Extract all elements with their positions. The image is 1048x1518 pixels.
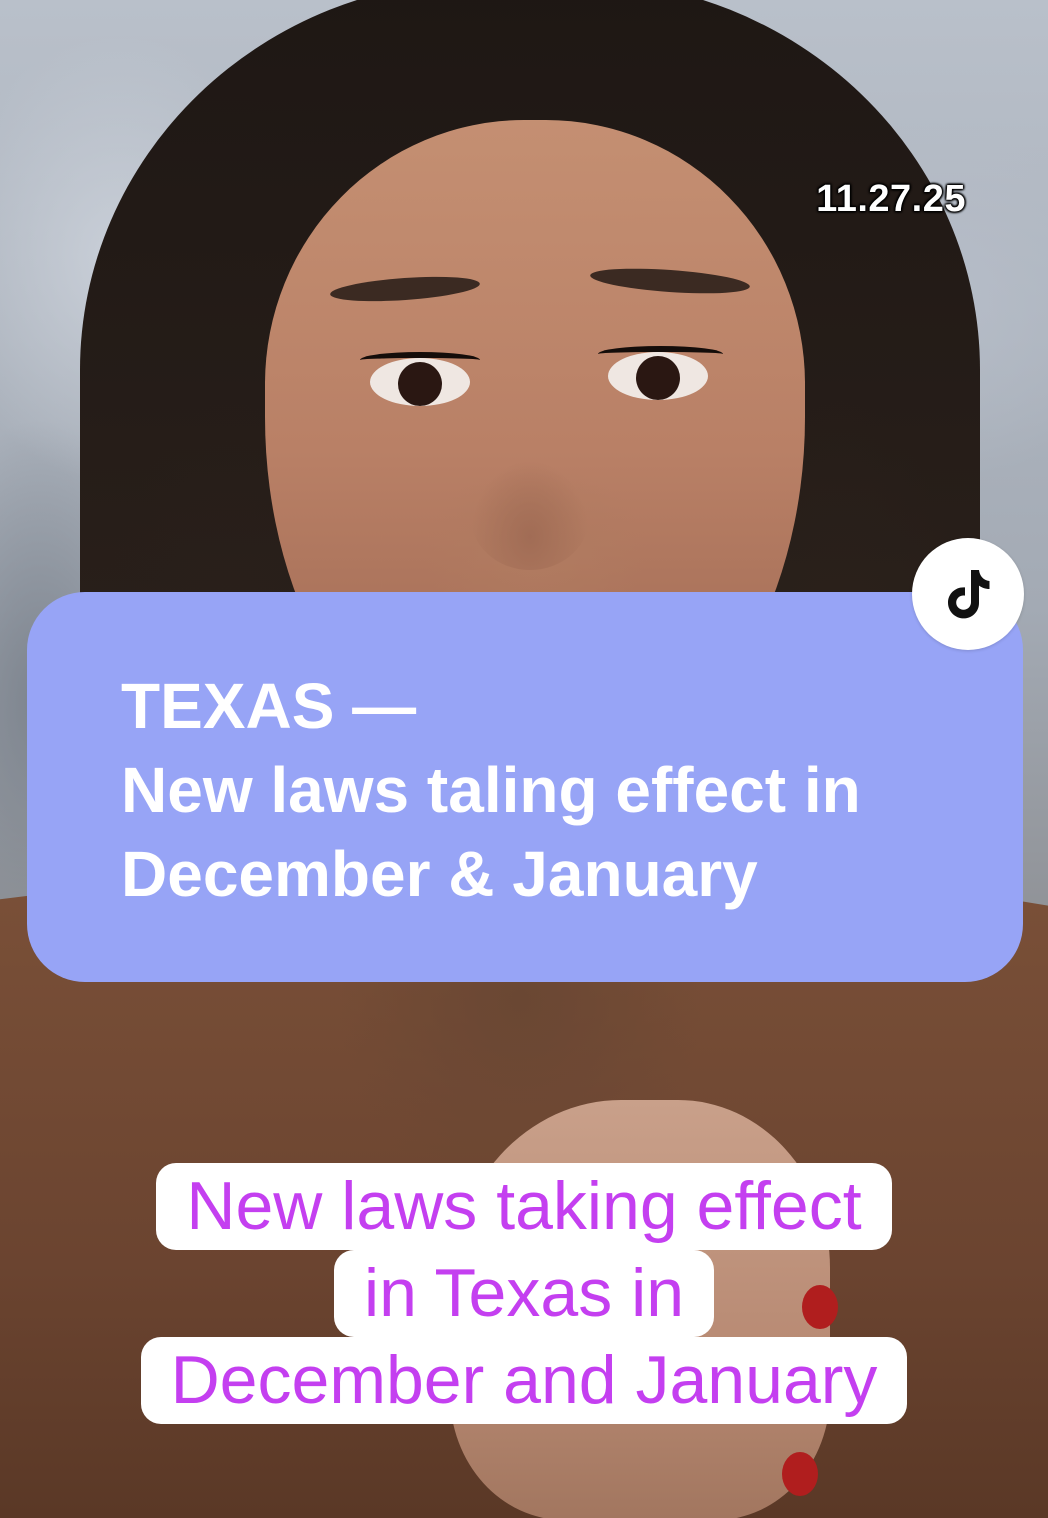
nose-shape xyxy=(470,460,590,570)
date-stamp: 11.27.25 xyxy=(816,178,966,220)
headline-card: TEXAS — New laws taling effect in Decemb… xyxy=(27,592,1023,982)
fingernail xyxy=(782,1452,818,1496)
caption-line: New laws taking effect xyxy=(156,1163,892,1250)
caption-block: New laws taking effect in Texas in Decem… xyxy=(0,1163,1048,1424)
video-frame: 11.27.25 TEXAS — New laws taling effect … xyxy=(0,0,1048,1518)
tiktok-note-icon xyxy=(948,570,990,619)
headline-line: December & January xyxy=(121,838,758,910)
caption-line: December and January xyxy=(140,1337,908,1424)
headline-line: New laws taling effect in xyxy=(121,754,861,826)
tiktok-logo-icon[interactable] xyxy=(912,538,1024,650)
right-eyelash xyxy=(598,346,723,362)
left-eyelash xyxy=(360,352,480,368)
caption-line: in Texas in xyxy=(333,1250,715,1337)
headline-line: TEXAS — xyxy=(121,670,417,742)
